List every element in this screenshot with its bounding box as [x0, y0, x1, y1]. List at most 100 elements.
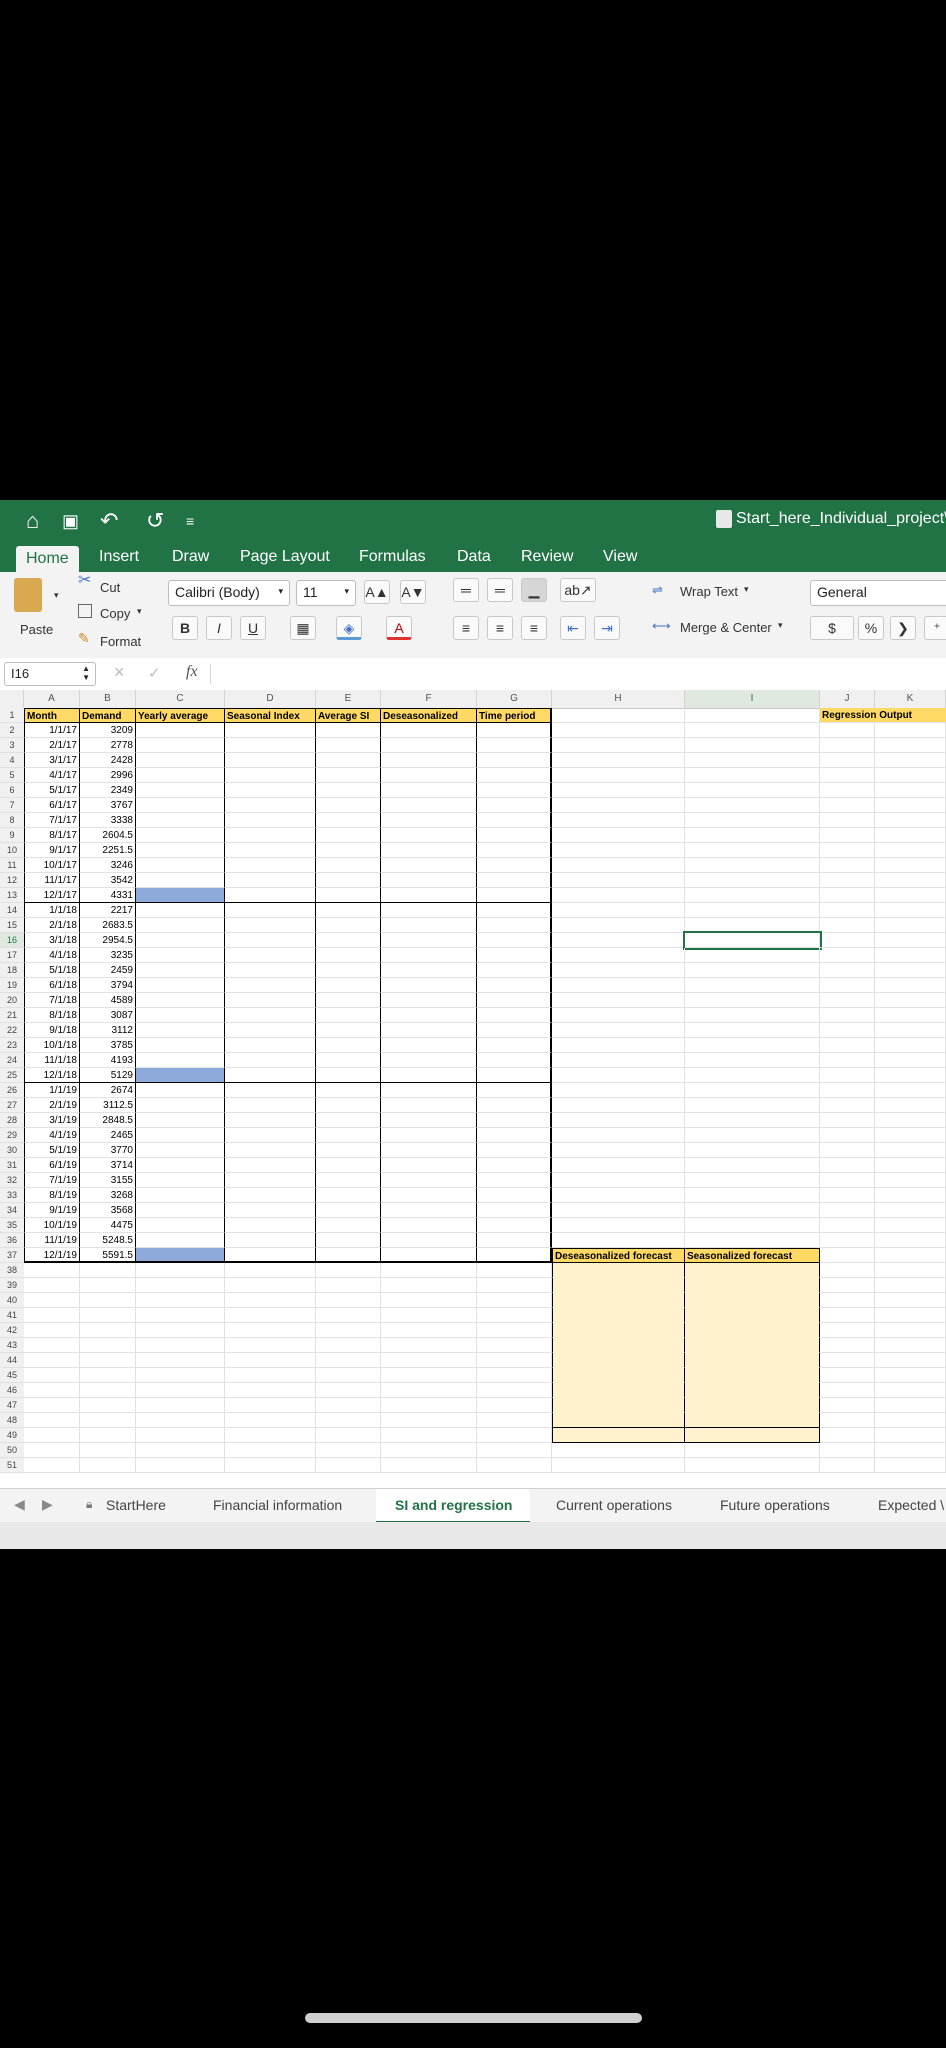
cell[interactable]: [80, 1263, 136, 1278]
increase-decimal-icon[interactable]: ⁺: [924, 616, 946, 640]
cell[interactable]: 10/1/17: [24, 858, 80, 873]
cell[interactable]: [136, 1083, 225, 1098]
cell[interactable]: [316, 873, 381, 888]
cell[interactable]: [477, 1083, 552, 1098]
cell[interactable]: 1/1/17: [24, 723, 80, 738]
column-header-h[interactable]: H: [552, 690, 685, 708]
cell[interactable]: [552, 843, 685, 858]
cell[interactable]: [316, 1203, 381, 1218]
cell[interactable]: [477, 1353, 552, 1368]
cancel-icon[interactable]: ×: [114, 662, 125, 683]
cell[interactable]: 9/1/17: [24, 843, 80, 858]
cell[interactable]: [316, 768, 381, 783]
row-header[interactable]: 16: [0, 933, 24, 948]
cell[interactable]: [316, 1128, 381, 1143]
cell[interactable]: [225, 1008, 316, 1023]
cell[interactable]: [477, 1293, 552, 1308]
cell[interactable]: [820, 858, 875, 873]
cell[interactable]: [381, 1263, 477, 1278]
cell[interactable]: 6/1/19: [24, 1158, 80, 1173]
cell[interactable]: [552, 708, 685, 723]
cell[interactable]: [24, 1308, 80, 1323]
cell[interactable]: [552, 1188, 685, 1203]
cell[interactable]: [875, 903, 946, 918]
cell[interactable]: [685, 1068, 820, 1083]
cell[interactable]: [381, 963, 477, 978]
cell[interactable]: 3568: [80, 1203, 136, 1218]
row-header[interactable]: 32: [0, 1173, 24, 1188]
cell[interactable]: [477, 723, 552, 738]
cell[interactable]: [381, 1308, 477, 1323]
cell[interactable]: [381, 1068, 477, 1083]
cell[interactable]: 3/1/17: [24, 753, 80, 768]
cell[interactable]: [875, 1428, 946, 1443]
cell[interactable]: 1/1/19: [24, 1083, 80, 1098]
cell[interactable]: [552, 1323, 685, 1338]
select-all-corner[interactable]: [0, 690, 24, 708]
cell[interactable]: [225, 1413, 316, 1428]
cell[interactable]: [381, 1278, 477, 1293]
row-header[interactable]: 24: [0, 1053, 24, 1068]
cell[interactable]: [316, 1428, 381, 1443]
cell[interactable]: [477, 1233, 552, 1248]
cell[interactable]: [225, 1233, 316, 1248]
cell[interactable]: [381, 948, 477, 963]
cell[interactable]: [875, 1233, 946, 1248]
column-header-i[interactable]: I: [685, 690, 820, 708]
cell[interactable]: 3794: [80, 978, 136, 993]
cell[interactable]: [685, 1323, 820, 1338]
cell[interactable]: [477, 843, 552, 858]
percent-button[interactable]: %: [858, 616, 884, 640]
cut-button[interactable]: Cut: [100, 580, 120, 595]
align-left-icon[interactable]: ≡: [453, 616, 479, 640]
cell[interactable]: [875, 1308, 946, 1323]
cell[interactable]: [875, 1098, 946, 1113]
cell[interactable]: 2465: [80, 1128, 136, 1143]
cell[interactable]: [316, 1353, 381, 1368]
cell[interactable]: [685, 1188, 820, 1203]
cell[interactable]: 3542: [80, 873, 136, 888]
cell[interactable]: [820, 903, 875, 918]
cell[interactable]: [136, 1038, 225, 1053]
cell[interactable]: 3235: [80, 948, 136, 963]
row-header[interactable]: 17: [0, 948, 24, 963]
wrap-text-button[interactable]: Wrap Text: [680, 584, 738, 599]
cell[interactable]: [136, 723, 225, 738]
cell[interactable]: 2604.5: [80, 828, 136, 843]
currency-button[interactable]: $: [810, 616, 854, 640]
cell[interactable]: [136, 1113, 225, 1128]
cell[interactable]: [24, 1413, 80, 1428]
paste-icon[interactable]: [14, 578, 42, 612]
row-header[interactable]: 2: [0, 723, 24, 738]
cell[interactable]: [381, 1428, 477, 1443]
cell[interactable]: 4193: [80, 1053, 136, 1068]
cell[interactable]: [552, 768, 685, 783]
row-header[interactable]: 33: [0, 1188, 24, 1203]
cell[interactable]: [316, 1143, 381, 1158]
cell[interactable]: [685, 858, 820, 873]
cell[interactable]: 4589: [80, 993, 136, 1008]
cell[interactable]: [552, 1173, 685, 1188]
cell[interactable]: 2459: [80, 963, 136, 978]
cell[interactable]: 4/1/19: [24, 1128, 80, 1143]
cell[interactable]: [820, 783, 875, 798]
cell[interactable]: [875, 768, 946, 783]
undo-icon[interactable]: ↶: [100, 508, 118, 534]
cell[interactable]: [225, 1248, 316, 1263]
cell[interactable]: [477, 978, 552, 993]
cell[interactable]: [477, 1263, 552, 1278]
cell[interactable]: [552, 1008, 685, 1023]
cell[interactable]: [316, 888, 381, 903]
cell[interactable]: [225, 1083, 316, 1098]
cell[interactable]: 1/1/18: [24, 903, 80, 918]
cell[interactable]: [875, 798, 946, 813]
cell[interactable]: [24, 1398, 80, 1413]
align-top-icon[interactable]: ═: [453, 578, 479, 602]
cell[interactable]: [552, 1458, 685, 1473]
cell[interactable]: [225, 798, 316, 813]
cell[interactable]: [316, 1038, 381, 1053]
comma-style-button[interactable]: ❯: [890, 616, 916, 640]
cell[interactable]: 8/1/18: [24, 1008, 80, 1023]
cell[interactable]: [477, 873, 552, 888]
cell[interactable]: [875, 1248, 946, 1263]
